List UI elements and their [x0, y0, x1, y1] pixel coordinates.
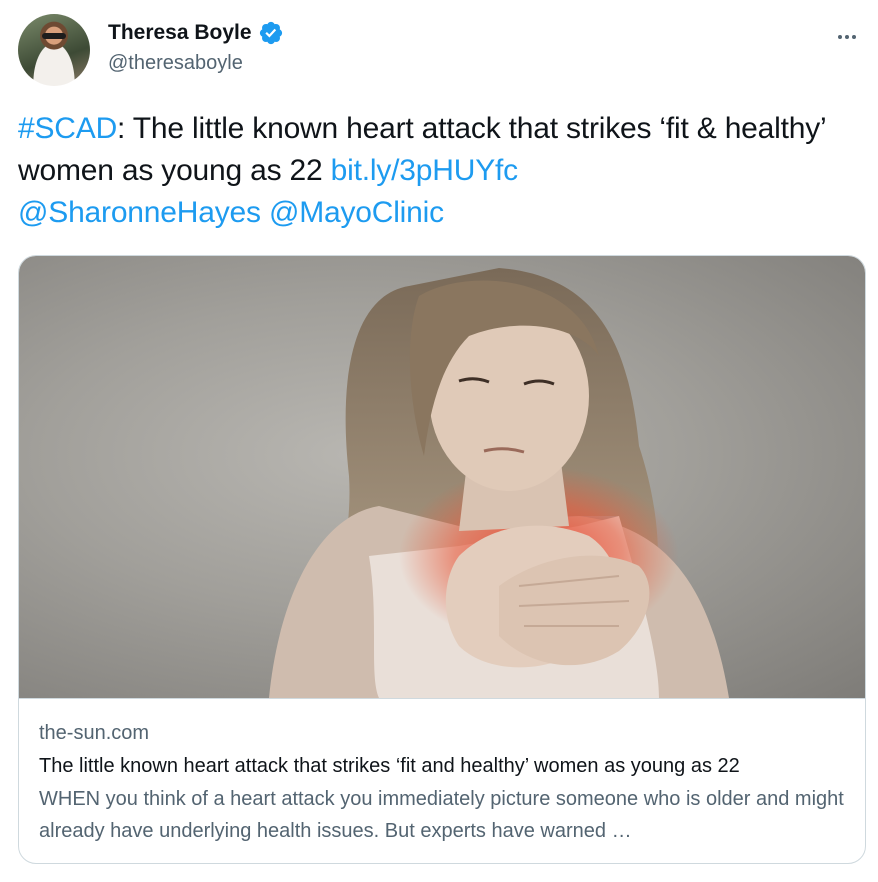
avatar-glasses — [42, 33, 66, 39]
dot — [845, 35, 849, 39]
avatar[interactable] — [18, 14, 90, 86]
tweet-header: Theresa Boyle @theresaboyle — [18, 14, 868, 86]
verified-badge-icon — [259, 21, 282, 45]
author-name-row[interactable]: Theresa Boyle — [108, 20, 284, 46]
card-description: WHEN you think of a heart attack you imm… — [39, 788, 844, 842]
dot — [838, 35, 842, 39]
mention-link-sharonnehayes[interactable]: @SharonneHayes — [18, 196, 261, 229]
woman-chest-pain-photo — [269, 268, 729, 698]
hashtag-link[interactable]: #SCAD — [18, 112, 117, 145]
more-options-icon[interactable] — [832, 22, 862, 52]
url-link[interactable]: bit.ly/3pHUYfc — [331, 154, 518, 187]
card-image[interactable] — [19, 256, 865, 698]
author-handle[interactable]: @theresaboyle — [108, 52, 243, 75]
dot — [852, 35, 856, 39]
mention-link-mayoclinic[interactable]: @MayoClinic — [269, 196, 444, 229]
link-preview-card[interactable]: the-sun.com The little known heart attac… — [18, 255, 866, 864]
card-domain: the-sun.com — [39, 722, 150, 744]
author-name[interactable]: Theresa Boyle — [108, 21, 252, 45]
card-title: The little known heart attack that strik… — [39, 755, 740, 777]
tweet-text: #SCAD: The little known heart attack tha… — [18, 108, 868, 234]
card-meta[interactable]: the-sun.com The little known heart attac… — [19, 698, 865, 863]
